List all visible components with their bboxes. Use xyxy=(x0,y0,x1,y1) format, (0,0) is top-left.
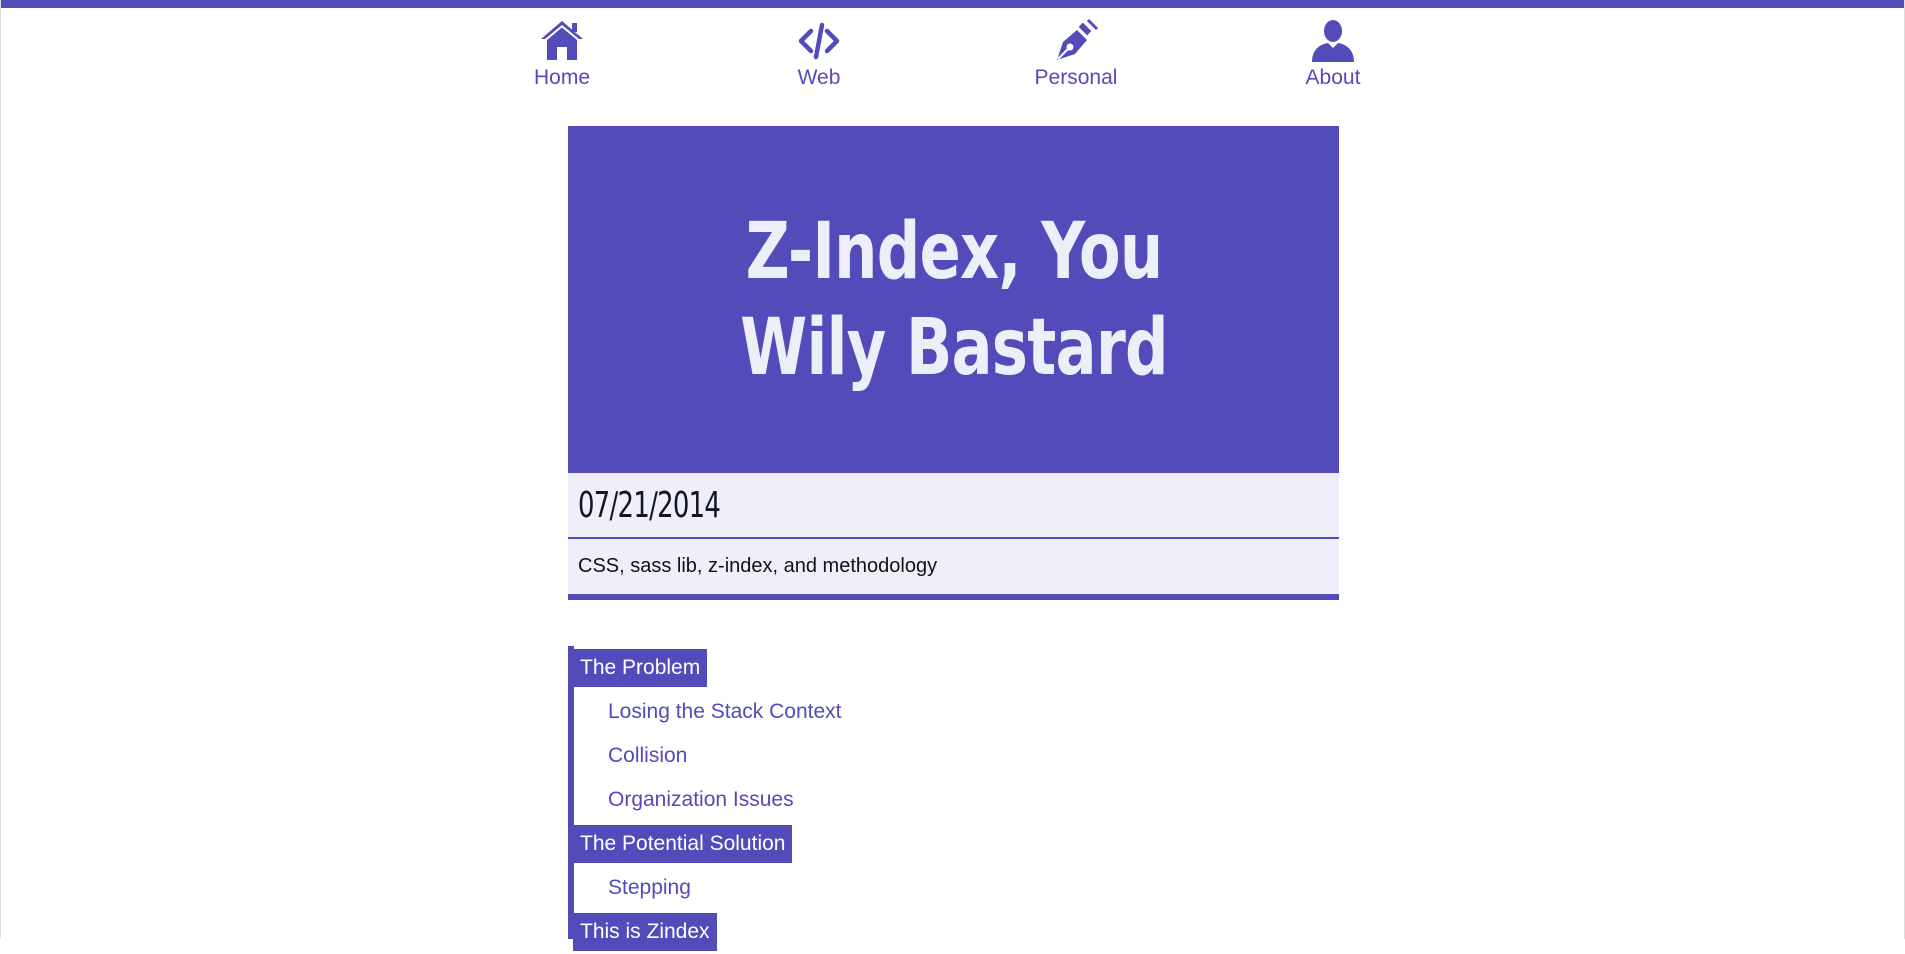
toc-row: Stepping xyxy=(574,866,1174,910)
user-icon xyxy=(1312,20,1354,62)
toc-item-organization-issues[interactable]: Organization Issues xyxy=(574,788,794,812)
toc-item-stepping[interactable]: Stepping xyxy=(574,876,691,900)
toc-section-this-is-zindex[interactable]: This is Zindex xyxy=(573,913,717,951)
nav-about[interactable]: About xyxy=(1263,18,1403,90)
toc-row: Losing the Stack Context xyxy=(574,690,1174,734)
pen-nib-icon xyxy=(1057,18,1099,60)
post-meta: 07/21/2014 CSS, sass lib, z-index, and m… xyxy=(568,473,1339,600)
nav-personal-label: Personal xyxy=(1034,66,1118,89)
top-accent-bar xyxy=(1,0,1904,8)
nav-about-label: About xyxy=(1305,66,1361,89)
home-icon xyxy=(541,21,583,60)
post-date: 07/21/2014 xyxy=(578,484,721,526)
toc-item-collision[interactable]: Collision xyxy=(574,744,687,768)
toc-row: This is Zindex xyxy=(573,910,1174,954)
post-date-row: 07/21/2014 xyxy=(568,473,1339,539)
toc-row: The Potential Solution xyxy=(573,822,1174,866)
toc-row: Organization Issues xyxy=(574,778,1174,822)
nav-personal[interactable]: Personal xyxy=(1006,18,1146,90)
nav-web[interactable]: Web xyxy=(749,18,889,90)
post-tags: CSS, sass lib, z-index, and methodology xyxy=(578,555,938,577)
main-nav: Home Web Personal About xyxy=(1,18,1904,98)
post-hero: Z-Index, You Wily Bastard xyxy=(568,126,1339,473)
nav-web-label: Web xyxy=(797,66,841,89)
nav-home-label: Home xyxy=(533,66,591,89)
table-of-contents: The Problem Losing the Stack Context Col… xyxy=(568,646,1174,951)
toc-section-the-potential-solution[interactable]: The Potential Solution xyxy=(573,825,793,863)
code-icon xyxy=(798,22,840,60)
toc-row: Collision xyxy=(574,734,1174,778)
nav-home[interactable]: Home xyxy=(492,18,632,90)
toc-item-losing-the-stack-context[interactable]: Losing the Stack Context xyxy=(574,700,841,724)
toc-row: The Problem xyxy=(573,646,1174,690)
post-title: Z-Index, You Wily Bastard xyxy=(739,206,1168,393)
toc-section-the-problem[interactable]: The Problem xyxy=(573,649,708,687)
